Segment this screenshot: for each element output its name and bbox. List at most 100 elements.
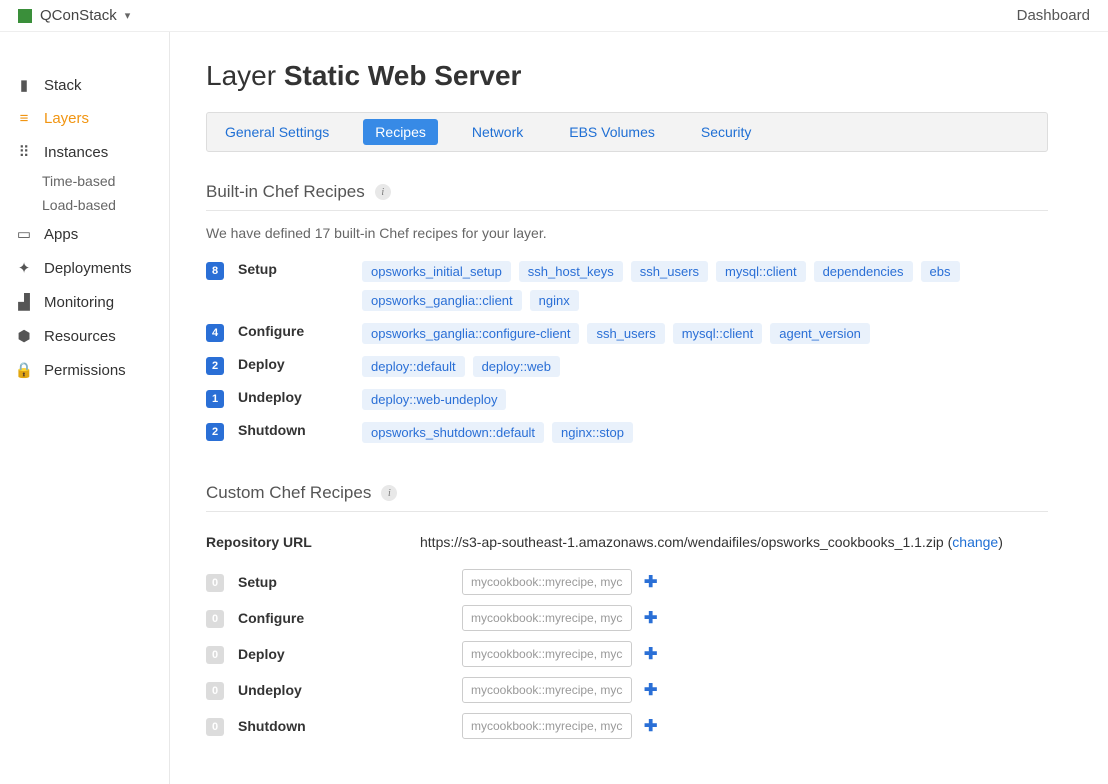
recipe-tag[interactable]: nginx::stop — [552, 422, 633, 443]
lifecycle-label: Configure — [238, 323, 328, 339]
recipe-tags: deploy::default deploy::web — [362, 356, 1048, 377]
custom-recipe-row: 0 Shutdown ✚ — [206, 708, 1048, 744]
repo-row: Repository URL https://s3-ap-southeast-1… — [206, 526, 1048, 564]
tabbar: General Settings Recipes Network EBS Vol… — [206, 112, 1048, 152]
count-badge: 8 — [206, 262, 224, 280]
builtin-recipe-row: 2 Shutdown opsworks_shutdown::default nginx… — [206, 416, 1048, 449]
stack-nav-icon: ▮ — [16, 76, 32, 94]
lifecycle-label: Deploy — [238, 646, 328, 662]
instances-icon: ⠿ — [16, 143, 32, 161]
count-badge: 2 — [206, 357, 224, 375]
count-badge: 0 — [206, 718, 224, 736]
recipe-input[interactable] — [462, 713, 632, 739]
nav-layers[interactable]: ≡ Layers — [0, 102, 169, 135]
dashboard-link[interactable]: Dashboard — [1017, 7, 1090, 24]
tab-recipes[interactable]: Recipes — [363, 119, 438, 145]
count-badge: 0 — [206, 682, 224, 700]
recipe-tags: opsworks_ganglia::configure-client ssh_us… — [362, 323, 1048, 344]
custom-recipe-row: 0 Deploy ✚ — [206, 636, 1048, 672]
lifecycle-label: Undeploy — [238, 682, 328, 698]
builtin-heading: Built-in Chef Recipes i — [206, 182, 1048, 202]
recipe-tag[interactable]: ssh_users — [631, 261, 708, 282]
count-badge: 0 — [206, 646, 224, 664]
builtin-recipe-row: 4 Configure opsworks_ganglia::configure-cl… — [206, 317, 1048, 350]
count-badge: 0 — [206, 610, 224, 628]
add-recipe-button[interactable]: ✚ — [644, 680, 657, 700]
custom-recipe-row: 0 Setup ✚ — [206, 564, 1048, 600]
count-badge: 1 — [206, 390, 224, 408]
nav-deployments[interactable]: ✦ Deployments — [0, 251, 169, 285]
monitoring-icon: ▟ — [16, 293, 32, 311]
nav-instances[interactable]: ⠿ Instances — [0, 135, 169, 169]
tab-ebs[interactable]: EBS Volumes — [557, 119, 667, 145]
lifecycle-label: Undeploy — [238, 389, 328, 405]
builtin-recipe-row: 8 Setup opsworks_initial_setup ssh_host_key… — [206, 255, 1048, 317]
recipe-tag[interactable]: deploy::default — [362, 356, 465, 377]
custom-heading: Custom Chef Recipes i — [206, 483, 1048, 503]
count-badge: 2 — [206, 423, 224, 441]
custom-recipe-row: 0Configure✚ — [206, 600, 1048, 636]
topbar: QConStack ▾ Dashboard — [0, 0, 1108, 32]
page-title: Layer Static Web Server — [206, 60, 1048, 92]
recipe-input[interactable] — [462, 605, 632, 631]
add-recipe-button[interactable]: ✚ — [644, 716, 657, 736]
recipe-input[interactable] — [462, 677, 632, 703]
recipe-tag[interactable]: opsworks_ganglia::configure-client — [362, 323, 579, 344]
add-recipe-button[interactable]: ✚ — [644, 608, 657, 628]
lifecycle-label: Shutdown — [238, 718, 328, 734]
recipe-tag[interactable]: deploy::web-undeploy — [362, 389, 506, 410]
recipe-tag[interactable]: dependencies — [814, 261, 913, 282]
tab-general[interactable]: General Settings — [213, 119, 341, 145]
tab-network[interactable]: Network — [460, 119, 535, 145]
apps-icon: ▭ — [16, 225, 32, 243]
stack-icon — [18, 9, 32, 23]
main-content: Layer Static Web Server General Settings… — [170, 32, 1108, 784]
count-badge: 4 — [206, 324, 224, 342]
recipe-tag[interactable]: mysql::client — [716, 261, 806, 282]
divider — [206, 210, 1048, 211]
recipe-tag[interactable]: nginx — [530, 290, 579, 311]
recipe-tags: deploy::web-undeploy — [362, 389, 1048, 410]
builtin-description: We have defined 17 built-in Chef recipes… — [206, 225, 1048, 241]
lifecycle-label: Setup — [238, 261, 328, 277]
lifecycle-label: Shutdown — [238, 422, 328, 438]
recipe-tag[interactable]: ebs — [921, 261, 960, 282]
change-link[interactable]: change — [952, 534, 998, 550]
recipe-tag[interactable]: opsworks_shutdown::default — [362, 422, 544, 443]
deployments-icon: ✦ — [16, 259, 32, 277]
recipe-tag[interactable]: mysql::client — [673, 323, 763, 344]
lifecycle-label: Setup — [238, 574, 328, 590]
recipe-tag[interactable]: deploy::web — [473, 356, 560, 377]
nav-instances-load[interactable]: Load-based — [0, 193, 169, 217]
nav-permissions[interactable]: 🔒 Permissions — [0, 353, 169, 387]
nav-monitoring[interactable]: ▟ Monitoring — [0, 285, 169, 319]
count-badge: 0 — [206, 574, 224, 592]
recipe-tag[interactable]: opsworks_ganglia::client — [362, 290, 522, 311]
nav-resources[interactable]: ⬢ Resources — [0, 319, 169, 353]
builtin-recipe-row: 2 Deploy deploy::default deploy::web — [206, 350, 1048, 383]
recipe-tags: opsworks_shutdown::default nginx::stop — [362, 422, 1048, 443]
tab-security[interactable]: Security — [689, 119, 764, 145]
custom-recipe-row: 0 Undeploy ✚ — [206, 672, 1048, 708]
sidebar: ▮ Stack ≡ Layers ⠿ Instances Time-based … — [0, 32, 170, 784]
stack-selector[interactable]: QConStack ▾ — [18, 7, 130, 24]
add-recipe-button[interactable]: ✚ — [644, 572, 657, 592]
recipe-input[interactable] — [462, 641, 632, 667]
info-icon[interactable]: i — [375, 184, 391, 200]
recipe-tag[interactable]: ssh_users — [587, 323, 664, 344]
info-icon[interactable]: i — [381, 485, 397, 501]
builtin-recipe-row: 1 Undeploy deploy::web-undeploy — [206, 383, 1048, 416]
recipe-tag[interactable]: ssh_host_keys — [519, 261, 623, 282]
nav-apps[interactable]: ▭ Apps — [0, 217, 169, 251]
lifecycle-label: Deploy — [238, 356, 328, 372]
recipe-tag[interactable]: opsworks_initial_setup — [362, 261, 511, 282]
resources-icon: ⬢ — [16, 327, 32, 345]
recipe-tag[interactable]: agent_version — [770, 323, 870, 344]
recipe-tags: opsworks_initial_setup ssh_host_keys ssh_u… — [362, 261, 1048, 311]
stack-name: QConStack — [40, 7, 117, 24]
nav-instances-time[interactable]: Time-based — [0, 169, 169, 193]
repo-url: https://s3-ap-southeast-1.amazonaws.com/… — [420, 534, 1003, 550]
add-recipe-button[interactable]: ✚ — [644, 644, 657, 664]
recipe-input[interactable] — [462, 569, 632, 595]
nav-stack[interactable]: ▮ Stack — [0, 68, 169, 102]
